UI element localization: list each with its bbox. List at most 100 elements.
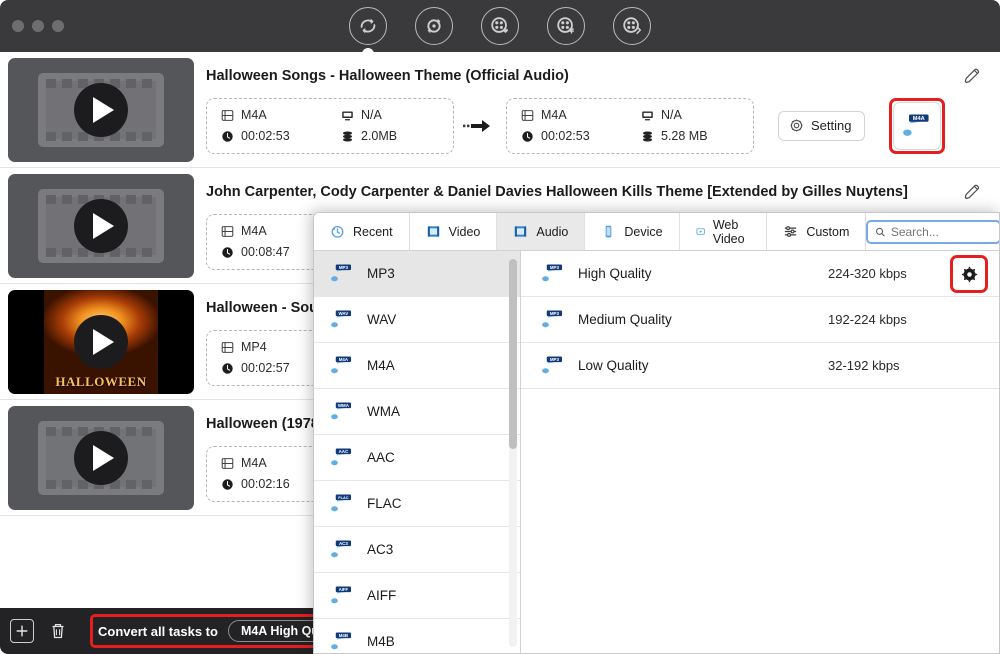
source-resolution-text: N/A [361,108,382,122]
poster-title-text: HALLOWEEN [44,374,158,390]
task-meta-row: M4A 00:02:53 N/A [206,98,986,154]
target-format-text: M4A [541,108,567,122]
task-row[interactable]: Halloween Songs - Halloween Theme (Offic… [0,52,1000,168]
monitor-icon [641,109,654,122]
target-size-text: 5.28 MB [661,129,708,143]
quality-list[interactable]: MP3 High Quality 224-320 kbps [521,251,999,654]
converter-tool-button[interactable] [349,7,387,45]
task-thumbnail[interactable] [8,406,194,510]
format-item-m4a[interactable]: M4A M4A [314,343,520,389]
format-list-scrollbar[interactable] [509,259,517,647]
format-item-m4b[interactable]: M4B M4B [314,619,520,654]
play-button[interactable] [74,431,128,485]
format-item-label: M4A [367,358,395,373]
clock-icon [221,362,234,375]
toolbox-tool-button[interactable] [415,7,453,45]
edit-pencil-icon[interactable] [962,66,982,86]
source-resolution: N/A [341,108,397,122]
setting-button[interactable]: Setting [778,111,865,141]
svg-text:WMA: WMA [338,403,350,408]
clock-icon [221,478,234,491]
search-input[interactable] [891,225,993,239]
edit-pencil-icon[interactable] [962,182,982,202]
monitor-icon [341,109,354,122]
tab-web-video[interactable]: Web Video [680,213,768,250]
format-item-wma[interactable]: WMA WMA [314,389,520,435]
format-item-label: WAV [367,312,396,327]
play-button[interactable] [74,83,128,137]
conversion-arrow [454,118,506,134]
database-icon [641,130,654,143]
tab-video[interactable]: Video [410,213,498,250]
add-file-button[interactable] [10,619,34,643]
audio-format-badge-icon: WMA [328,399,356,424]
audio-format-badge-icon: AIFF [328,583,356,608]
sliders-icon [783,224,798,239]
quality-item-low[interactable]: MP3 Low Quality 32-192 kbps [521,343,999,389]
editor-tool-button[interactable] [613,7,651,45]
setting-button-label: Setting [811,118,851,133]
output-format-button[interactable]: M4A [893,102,941,150]
quality-item-label: High Quality [578,266,828,281]
format-item-aac[interactable]: AAC AAC [314,435,520,481]
source-size-text: 2.0MB [361,129,397,143]
audio-format-badge-icon: AC3 [328,537,356,562]
format-item-flac[interactable]: FLAC FLAC [314,481,520,527]
file-format-icon [221,341,234,354]
format-item-aiff[interactable]: AIFF AIFF [314,573,520,619]
tab-recent-label: Recent [353,225,393,239]
quality-item-bitrate: 192-224 kbps [828,312,907,327]
svg-text:AAC: AAC [339,449,349,454]
screen-recorder-tool-button[interactable] [547,7,585,45]
audio-format-badge-icon: AAC [328,445,356,470]
audio-format-badge-icon: MP3 [539,353,567,378]
tab-web-video-label: Web Video [713,218,750,246]
source-format-text: MP4 [241,340,267,354]
quality-item-high[interactable]: MP3 High Quality 224-320 kbps [521,251,999,297]
source-size: 2.0MB [341,129,397,143]
tab-recent[interactable]: Recent [314,213,410,250]
format-list-scrollbar-thumb[interactable] [509,259,517,449]
format-item-label: MP3 [367,266,395,281]
task-thumbnail[interactable]: HALLOWEEN [8,290,194,394]
disc-rotate-icon [423,15,445,37]
arrow-right-icon [463,118,497,134]
convert-circular-icon [357,15,379,37]
source-duration-text: 00:02:16 [241,477,290,491]
recent-clock-icon [330,224,345,239]
audio-format-badge-icon: FLAC [328,491,356,516]
convert-all-label: Convert all tasks to [98,624,218,639]
clock-icon [521,130,534,143]
quality-item-bitrate: 32-192 kbps [828,358,900,373]
format-item-mp3[interactable]: MP3 MP3 [314,251,520,297]
clock-icon [221,130,234,143]
downloader-tool-button[interactable] [481,7,519,45]
tab-device-label: Device [624,225,662,239]
quality-item-label: Low Quality [578,358,828,373]
task-thumbnail[interactable] [8,174,194,278]
delete-file-button[interactable] [46,619,70,643]
search-box[interactable] [866,220,1000,244]
quality-item-medium[interactable]: MP3 Medium Quality 192-224 kbps [521,297,999,343]
task-title: Halloween Songs - Halloween Theme (Offic… [206,68,950,84]
svg-text:M4A: M4A [913,116,925,122]
format-item-ac3[interactable]: AC3 AC3 [314,527,520,573]
quality-settings-button[interactable] [955,260,983,288]
task-thumbnail[interactable] [8,58,194,162]
tab-audio[interactable]: Audio [497,213,585,250]
target-resolution: N/A [641,108,708,122]
target-resolution-text: N/A [661,108,682,122]
svg-text:AIFF: AIFF [339,587,349,592]
format-list[interactable]: MP3 MP3 WAV WAV [314,251,521,654]
task-body: Halloween Songs - Halloween Theme (Offic… [194,52,1000,168]
source-duration-text: 00:08:47 [241,245,290,259]
clock-icon [221,246,234,259]
format-item-wav[interactable]: WAV WAV [314,297,520,343]
play-button[interactable] [74,315,128,369]
svg-text:WAV: WAV [338,311,348,316]
tab-custom[interactable]: Custom [767,213,866,250]
audio-format-badge-icon: MP3 [328,261,356,286]
audio-format-badge-icon: MP3 [539,261,567,286]
play-button[interactable] [74,199,128,253]
tab-device[interactable]: Device [585,213,679,250]
